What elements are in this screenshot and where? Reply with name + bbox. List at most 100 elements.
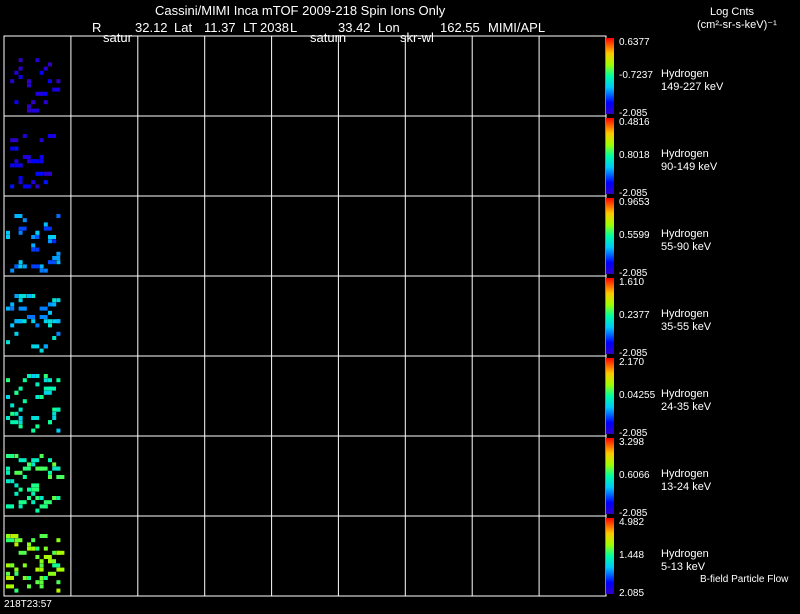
heatmap-cell [31,428,36,433]
colorbar-mid-label: 0.2377 [619,310,650,321]
heatmap-cell [35,58,40,63]
heatmap-cell [22,563,27,568]
heatmap-cell [6,479,10,484]
energy-label: 5-13 keV [661,561,706,573]
org-label: MIMI/APL [488,20,545,35]
heatmap-cell [43,319,48,324]
heatmap-cell [48,134,56,138]
heatmap-cell [27,576,31,580]
heatmap-cell [35,323,40,328]
heatmap-cell [10,138,19,143]
energy-label: 55-90 keV [661,241,712,253]
heatmap-cell [31,344,40,349]
heatmap-cell [10,411,15,416]
colorbar-mid-label: 0.5599 [619,230,650,241]
heatmap-cell [6,416,10,420]
heatmap-cell [10,403,15,408]
heatmap-cell [18,163,23,168]
heatmap-cells [6,214,61,273]
heatmap-cell [35,567,40,572]
heatmap-cell [48,79,52,84]
heatmap-cell [35,496,40,500]
colorbar-mid-label: 0.8018 [619,150,650,161]
heatmap-cell [48,239,52,244]
panel-frame [3,195,607,277]
heatmap-cell [18,424,23,429]
heatmap-cell [39,306,48,311]
heatmap-cell [31,319,36,324]
heatmap-cell [31,491,36,496]
heatmap-cell [43,344,48,349]
units-line1: Log Cnts [710,6,755,18]
panel-frame [3,435,607,517]
heatmap-cell [10,268,15,273]
heatmap-cell [18,550,27,555]
colorbar [606,278,614,354]
l-value: 33.42 [338,20,371,35]
heatmap-cell [39,534,48,538]
bfield-note: B-field Particle Flow [700,574,789,585]
heatmap-cell [48,475,52,479]
heatmap-cell [31,458,40,463]
heatmap-cell [35,171,44,176]
heatmap-cell [6,534,10,538]
r-value: 32.12 [135,20,168,35]
heatmap-cell [22,378,27,383]
heatmap-cell [27,462,31,467]
heatmap-cell [14,538,23,543]
heatmap-cell [27,542,31,547]
panel-4: 1.6100.2377-2.085Hydrogen35-55 keV [3,275,712,359]
heatmap-cell [52,256,61,260]
heatmap-cell [52,496,57,500]
heatmap-cell [52,416,57,420]
colorbar [606,358,614,434]
heatmap-cell [10,146,15,151]
heatmap-cell [56,319,61,324]
lt-value: 2038 [260,20,289,35]
heatmap-cell [56,378,61,383]
heatmap-cell [31,247,36,252]
heatmap-cell [43,100,48,105]
species-label: Hydrogen [661,148,709,160]
heatmap-cell [56,214,61,218]
heatmap-cell [39,348,44,353]
heatmap-cell [43,374,48,378]
heatmap-cell [48,571,56,576]
heatmap-cell [6,576,14,580]
panel-5: 2.1700.04255-2.085Hydrogen24-35 keV [3,355,712,439]
heatmap-cell [39,315,48,319]
colorbar-min-label: 2.085 [619,588,644,599]
heatmap-cell [6,563,10,568]
heatmap-cell [39,559,44,564]
energy-label: 90-149 keV [661,161,718,173]
heatmap-cell [52,302,57,307]
heatmap-cell [14,470,23,475]
heatmap-cell [35,424,40,429]
panel-frame [3,355,607,437]
species-label: Hydrogen [661,68,709,80]
heatmap-cell [6,378,10,383]
heatmap-cell [6,235,10,239]
heatmap-cell [43,576,48,580]
panel-frame [3,35,607,117]
heatmap-cell [39,395,44,399]
heatmap-cell [31,235,36,239]
colorbar-max-label: 4.982 [619,517,644,528]
panel-frame [3,515,607,597]
heatmap-cell [48,319,52,324]
heatmap-cell [31,243,36,248]
heatmap-cell [39,504,48,509]
lon-label: Lon [378,20,400,35]
heatmap-cell [43,180,48,185]
colorbar-mid-label: 0.6066 [619,470,650,481]
panels-group: 0.6377-0.7237-2.085Hydrogen149-227 keV0.… [3,35,724,599]
heatmap-cells [6,374,61,433]
heatmap-cell [48,470,52,475]
heatmap-cell [18,230,23,235]
heatmap-cell [14,411,19,416]
heatmap-cell [31,416,40,420]
heatmap-cell [56,407,61,412]
heatmap-cell [52,239,57,244]
heatmap-cell [14,146,19,151]
energy-label: 149-227 keV [661,81,724,93]
